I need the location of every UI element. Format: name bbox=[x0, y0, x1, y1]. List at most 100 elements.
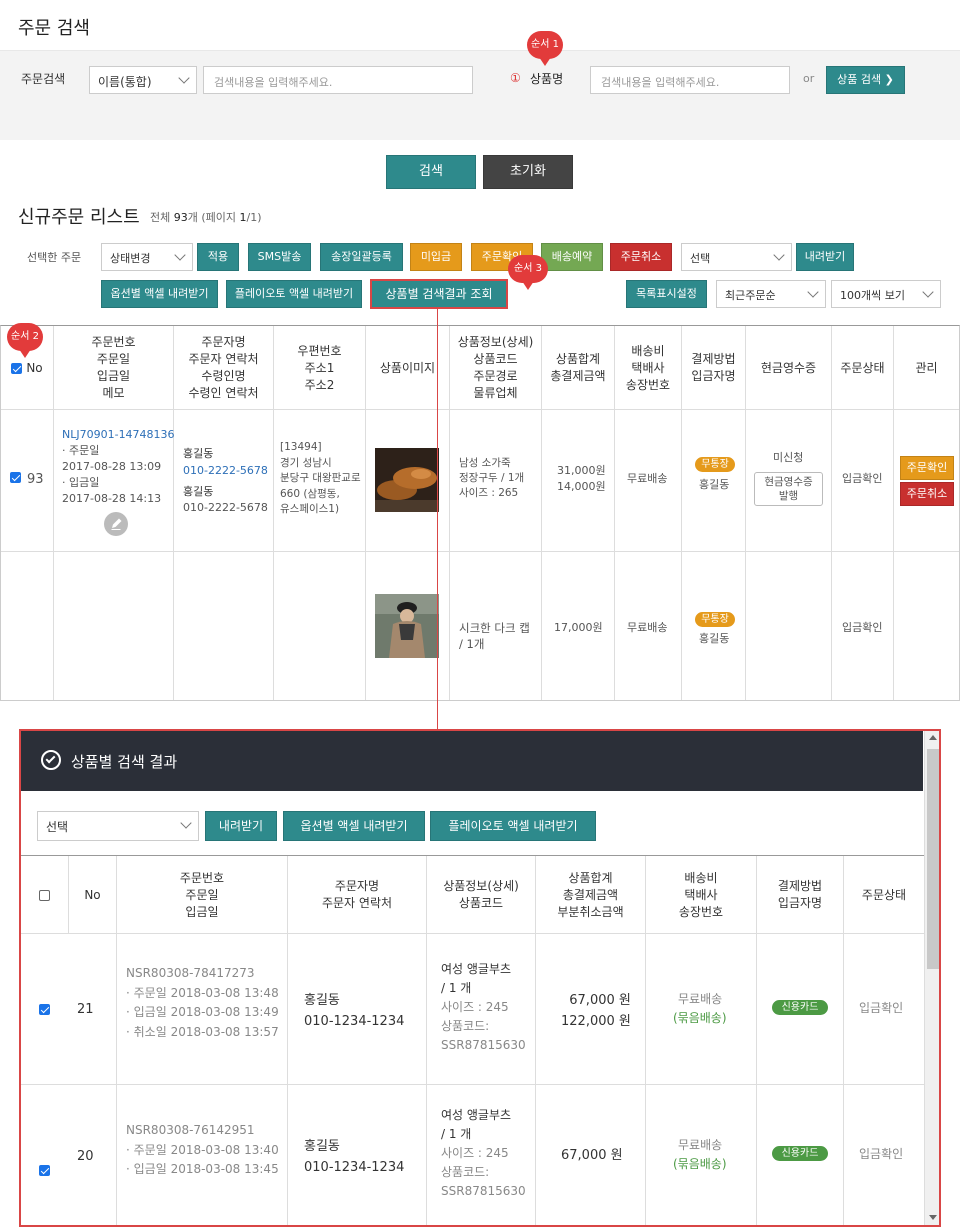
search-type-select[interactable]: 이름(통합) bbox=[89, 66, 197, 94]
cash-receipt-button[interactable]: 현금영수증 발행 bbox=[754, 472, 823, 506]
popup-payment-badge: 신용카드 bbox=[772, 1000, 828, 1015]
receiver-name: 홍길동 bbox=[183, 485, 214, 498]
scroll-thumb[interactable] bbox=[927, 749, 939, 969]
popup-header-shipping: 배송비 택배사 송장번호 bbox=[646, 856, 757, 934]
apply-button[interactable]: 적용 bbox=[197, 243, 239, 271]
order-search-page: 주문 검색 주문검색 이름(통합) 검색내용을 입력해주세요. ① 상품명 검색… bbox=[0, 0, 960, 1227]
search-input[interactable]: 검색내용을 입력해주세요. bbox=[203, 66, 473, 94]
search-label: 주문검색 bbox=[21, 72, 66, 86]
status-change-value: 상태변경 bbox=[110, 252, 151, 265]
scroll-down-icon[interactable] bbox=[929, 1215, 937, 1220]
product-info: 시크한 다크 캡 / 1개 bbox=[459, 621, 530, 651]
chevron-down-icon bbox=[174, 249, 186, 261]
col-divider bbox=[53, 410, 54, 700]
search-panel bbox=[0, 50, 960, 140]
popup-option-excel-button[interactable]: 옵션별 액셀 내려받기 bbox=[283, 811, 425, 841]
header-address: 우편번호 주소1 주소2 bbox=[274, 326, 366, 410]
order-table: No 주문번호 주문일 입금일 메모 주문자명 주문자 연락처 수령인명 수령인… bbox=[0, 325, 960, 701]
col-divider bbox=[365, 410, 366, 700]
header-no-label: No bbox=[26, 360, 43, 375]
row-no-value: 93 bbox=[27, 472, 44, 487]
popup-order-info: NSR80308-76142951 · 주문일 2018-03-08 13:40… bbox=[126, 1123, 279, 1176]
chevron-down-icon bbox=[773, 249, 785, 261]
list-title: 신규주문 리스트 bbox=[18, 207, 140, 228]
order-cancel-button[interactable]: 주문취소 bbox=[610, 243, 672, 271]
header-amount: 상품합계 총결제금액 bbox=[542, 326, 615, 410]
product-image-cap[interactable] bbox=[375, 594, 439, 658]
sort-value: 최근주문순 bbox=[725, 289, 776, 302]
col-divider bbox=[287, 934, 288, 1225]
address: [13494] 경기 성남시 분당구 대왕판교로 660 (삼평동, 유스페이스… bbox=[280, 441, 361, 515]
popup-payment-badge: 신용카드 bbox=[772, 1146, 828, 1161]
count-number: 93 bbox=[173, 211, 188, 224]
popup-header-payment: 결제방법 입금자명 bbox=[757, 856, 844, 934]
manage-cancel-button[interactable]: 주문취소 bbox=[900, 482, 954, 506]
sms-button[interactable]: SMS발송 bbox=[248, 243, 311, 271]
popup-header-buyer: 주문자명 주문자 연락처 bbox=[288, 856, 427, 934]
search-button[interactable]: 검색 bbox=[386, 155, 476, 189]
order-status: 입금확인 bbox=[842, 472, 883, 485]
header-product: 상품정보(상세) 상품코드 주문경로 물류업체 bbox=[450, 326, 542, 410]
row-checkbox[interactable] bbox=[10, 472, 21, 483]
popup-product-name: 여성 앵글부츠 / 1 개 bbox=[441, 1108, 512, 1141]
product-search-button[interactable]: 상품 검색 ❯ bbox=[826, 66, 905, 94]
step1-badge: 순서 1 bbox=[527, 31, 563, 66]
col-divider bbox=[273, 410, 274, 700]
col-divider bbox=[116, 934, 117, 1225]
count-middle: 개 (페이지 bbox=[187, 211, 240, 224]
check-circle-icon bbox=[41, 750, 61, 770]
product-info: 남성 소가죽 정장구두 / 1개 사이즈 : 265 bbox=[459, 457, 525, 499]
chevron-down-icon bbox=[180, 817, 192, 829]
ship-reserve-button[interactable]: 배송예약 bbox=[541, 243, 603, 271]
popup-download-button[interactable]: 내려받기 bbox=[205, 811, 277, 841]
popup-header-check bbox=[21, 856, 69, 934]
or-text: or bbox=[803, 72, 815, 85]
popup-scrollbar[interactable] bbox=[924, 731, 939, 1225]
sort-select[interactable]: 최근주문순 bbox=[716, 280, 826, 308]
unpaid-button[interactable]: 미입금 bbox=[410, 243, 462, 271]
reset-button[interactable]: 초기화 bbox=[483, 155, 573, 189]
header-status: 주문상태 bbox=[832, 326, 894, 410]
product-image-shoes[interactable] bbox=[375, 448, 439, 512]
download-button[interactable]: 내려받기 bbox=[796, 243, 854, 271]
download-type-select[interactable]: 선택 bbox=[681, 243, 792, 271]
product-search-input[interactable]: 검색내용을 입력해주세요. bbox=[590, 66, 790, 94]
popup-shipping: 무료배송 bbox=[678, 1138, 723, 1152]
amount: 31,000원 14,000원 bbox=[557, 464, 606, 493]
select-all-checkbox[interactable] bbox=[11, 362, 23, 374]
header-shipping: 배송비 택배사 송장번호 bbox=[615, 326, 682, 410]
option-excel-button[interactable]: 옵션별 액셀 내려받기 bbox=[101, 280, 218, 308]
col-divider bbox=[893, 410, 894, 700]
manage-confirm-button[interactable]: 주문확인 bbox=[900, 456, 954, 480]
popup-row-checkbox[interactable] bbox=[39, 1004, 50, 1015]
per-page-select[interactable]: 100개씩 보기 bbox=[831, 280, 941, 308]
order-number-link[interactable]: NLJ70901-14748136 bbox=[62, 427, 175, 443]
playauto-excel-button[interactable]: 플레이오토 액셀 내려받기 bbox=[226, 280, 362, 308]
popup-order-info: NSR80308-78417273 · 주문일 2018-03-08 13:48… bbox=[126, 966, 279, 1039]
popup-row-checkbox[interactable] bbox=[39, 1165, 50, 1176]
product-result-button[interactable]: 상품별 검색결과 조회 bbox=[370, 279, 508, 309]
buyer-phone-link[interactable]: 010-2222-5678 bbox=[183, 463, 268, 479]
shipping-fee: 무료배송 bbox=[627, 621, 668, 634]
col-divider bbox=[745, 410, 746, 700]
popup-header: 상품별 검색 결과 bbox=[21, 731, 923, 791]
row-divider bbox=[21, 933, 924, 934]
popup-select-all-checkbox[interactable] bbox=[39, 889, 50, 901]
search-type-value: 이름(통합) bbox=[98, 75, 152, 89]
header-order: 주문번호 주문일 입금일 메모 bbox=[54, 326, 174, 410]
download-type-value: 선택 bbox=[690, 252, 711, 265]
popup-bundle: (묶음배송) bbox=[673, 1011, 727, 1025]
list-setting-button[interactable]: 목록표시설정 bbox=[626, 280, 707, 308]
memo-edit-icon[interactable] bbox=[104, 512, 128, 536]
col-divider bbox=[449, 410, 450, 700]
bulk-invoice-button[interactable]: 송장일괄등록 bbox=[320, 243, 403, 271]
status-change-select[interactable]: 상태변경 bbox=[101, 243, 193, 271]
popup-playauto-excel-button[interactable]: 플레이오토 액셀 내려받기 bbox=[430, 811, 596, 841]
order-status: 입금확인 bbox=[842, 621, 883, 634]
page-current: 1 bbox=[239, 211, 247, 224]
receipt-status: 미신청 bbox=[773, 451, 804, 464]
popup-row-no: 21 bbox=[77, 1002, 94, 1017]
popup-select[interactable]: 선택 bbox=[37, 811, 199, 841]
scroll-up-icon[interactable] bbox=[929, 735, 937, 740]
popup-product-name: 여성 앵글부츠 / 1 개 bbox=[441, 962, 512, 995]
